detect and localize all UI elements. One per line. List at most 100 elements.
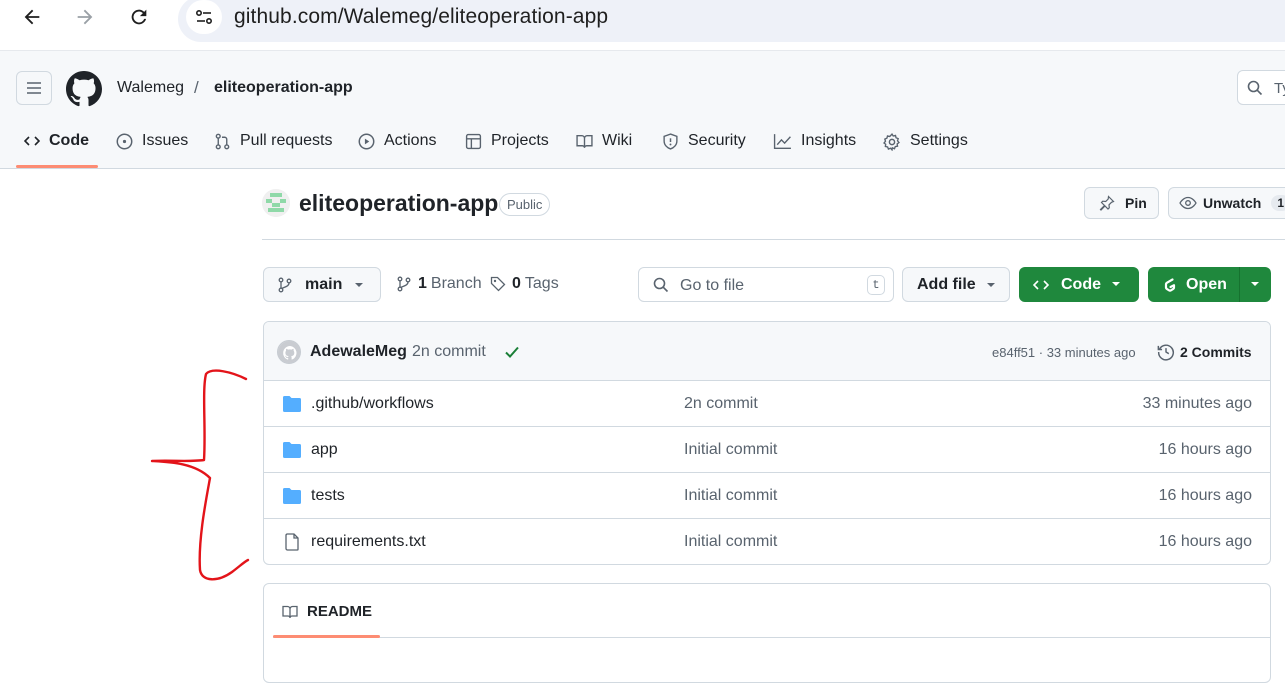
table-row[interactable]: app Initial commit 16 hours ago [264,427,1270,473]
visibility-badge: Public [499,193,551,216]
tag-icon [490,276,506,292]
file-commit-message[interactable]: Initial commit [684,533,777,551]
readme-tab-label: README [307,603,373,620]
hamburger-menu-button[interactable] [16,71,52,105]
chevron-down-icon [1251,282,1259,286]
open-button-label: Open [1186,275,1227,293]
pin-button[interactable]: Pin [1084,187,1159,219]
file-name[interactable]: app [311,441,338,459]
file-name[interactable]: tests [311,487,345,505]
tab-label: Security [688,132,746,149]
file-time: 16 hours ago [1158,487,1252,504]
table-icon [465,133,482,150]
file-time: 16 hours ago [1158,533,1252,550]
go-to-file-input[interactable]: Go to file t [638,267,894,302]
watch-count: 1 [1271,195,1285,211]
identicon-icon [262,189,290,217]
commits-link[interactable]: 2 Commits [1157,343,1252,361]
tab-label: Issues [142,132,189,149]
open-button[interactable]: Open [1148,267,1239,302]
folder-icon [283,488,301,504]
search-icon [1247,80,1263,96]
tab-label: Code [49,132,89,149]
branches-link[interactable]: 1 Branch [396,275,482,293]
commit-message[interactable]: 2n commit [412,343,486,361]
pin-label: Pin [1125,195,1147,211]
table-row[interactable]: tests Initial commit 16 hours ago [264,473,1270,519]
unwatch-button[interactable]: Unwatch 1 [1168,187,1285,219]
tab-projects[interactable]: Projects [465,122,549,169]
branch-count: 1 [418,275,427,292]
search-placeholder: Ty [1274,80,1285,97]
file-name[interactable]: requirements.txt [311,533,426,551]
file-name[interactable]: .github/workflows [311,395,434,413]
folder-icon [283,396,301,412]
chevron-down-icon [987,283,995,287]
code-icon [1033,279,1049,290]
file-commit-message[interactable]: 2n commit [684,395,758,413]
tab-label: Actions [384,132,437,149]
check-icon[interactable] [504,344,520,360]
file-commit-message[interactable]: Initial commit [684,487,777,505]
tab-wiki[interactable]: Wiki [576,122,632,169]
add-file-button[interactable]: Add file [902,267,1010,302]
issue-icon [116,133,133,150]
readme-tab[interactable]: README [281,603,372,620]
tab-pull-requests[interactable]: Pull requests [214,122,333,169]
tags-link[interactable]: 0 Tags [490,275,559,293]
branch-name: main [305,275,343,293]
branch-label: Branch [430,275,482,292]
keyboard-shortcut-hint: t [867,275,885,295]
latest-commit-bar: AdewaleMeg 2n commit e84ff51 · 33 minute… [264,322,1270,381]
file-time: 33 minutes ago [1142,395,1252,412]
forward-arrow-icon[interactable] [70,2,100,32]
repo-owner-avatar[interactable] [262,189,290,217]
active-tab-indicator [16,165,98,168]
gitpod-icon [1164,277,1176,292]
chevron-down-icon [1112,282,1120,286]
table-row[interactable]: .github/workflows 2n commit 33 minutes a… [264,381,1270,427]
url-text[interactable]: github.com/Walemeg/eliteoperation-app [234,5,608,29]
repo-link[interactable]: eliteoperation-app [214,79,353,97]
back-arrow-icon[interactable] [17,2,47,32]
tab-label: Wiki [602,132,633,149]
github-logo-icon[interactable] [66,71,102,107]
branch-icon [397,276,411,292]
site-info-icon[interactable] [186,0,222,34]
avatar[interactable] [277,340,301,364]
commit-author[interactable]: AdewaleMeg [310,343,407,361]
branch-select-button[interactable]: main [263,267,381,302]
table-row[interactable]: requirements.txt Initial commit 16 hours… [264,519,1270,564]
gear-icon [883,133,900,151]
book-icon [576,134,593,149]
red-brace-annotation [150,369,250,581]
commit-hash-time[interactable]: e84ff51 · 33 minutes ago [992,345,1136,360]
tab-issues[interactable]: Issues [116,122,188,169]
pull-request-icon [215,133,230,150]
tab-insights[interactable]: Insights [773,122,856,169]
search-icon [653,277,669,293]
tab-label: Projects [491,132,549,149]
divider [262,239,1285,240]
commits-label: 2 Commits [1180,344,1252,360]
file-time: 16 hours ago [1158,441,1252,458]
file-commit-message[interactable]: Initial commit [684,441,777,459]
github-mark-icon [278,341,300,363]
code-icon [24,136,40,146]
repo-title[interactable]: eliteoperation-app [299,190,498,217]
breadcrumb-separator: / [194,78,199,97]
tab-settings[interactable]: Settings [883,122,968,169]
browser-toolbar: github.com/Walemeg/eliteoperation-app [0,0,1285,42]
tab-security[interactable]: Security [662,122,746,169]
open-dropdown-button[interactable] [1239,267,1271,302]
shield-icon [663,133,678,150]
code-button-label: Code [1061,275,1101,293]
search-input[interactable]: Ty [1237,70,1285,105]
tab-actions[interactable]: Actions [358,122,436,169]
owner-link[interactable]: Walemeg [117,79,184,97]
tab-code[interactable]: Code [24,122,89,169]
code-button[interactable]: Code [1019,267,1139,302]
tab-label: Pull requests [240,132,333,149]
reload-icon[interactable] [124,2,154,32]
readme-panel: README [263,583,1271,683]
